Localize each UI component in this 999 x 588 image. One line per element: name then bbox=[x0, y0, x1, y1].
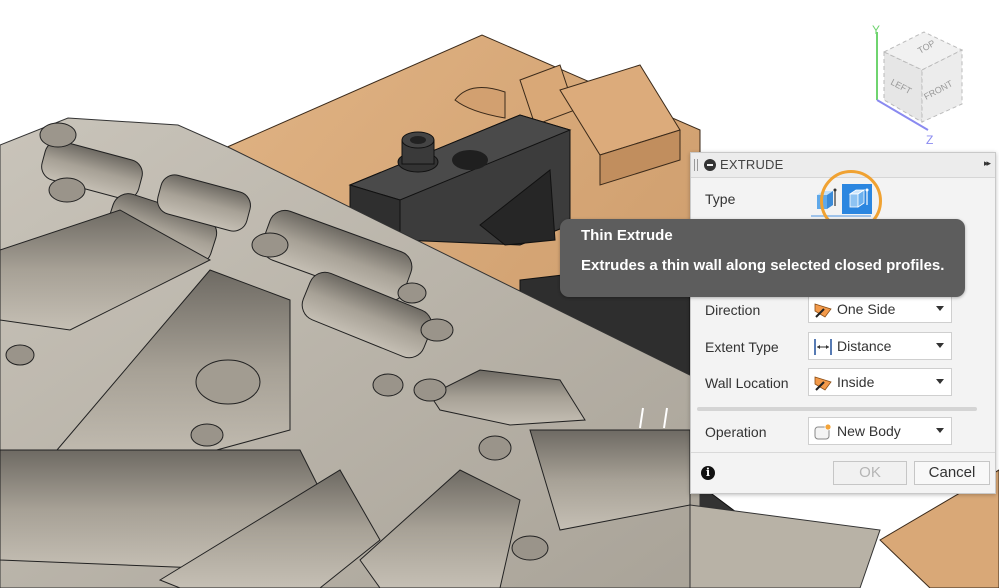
operation-label: Operation bbox=[705, 424, 767, 440]
chevron-down-icon bbox=[936, 306, 944, 311]
dialog-title: EXTRUDE bbox=[720, 157, 784, 172]
tooltip-title: Thin Extrude bbox=[581, 227, 673, 244]
expand-icon[interactable]: ▸▸ bbox=[984, 158, 991, 169]
y-axis-label: Y bbox=[872, 23, 880, 37]
extent-type-value: Distance bbox=[837, 338, 892, 354]
type-option-thin-extrude[interactable] bbox=[842, 184, 872, 214]
z-axis-label: Z bbox=[926, 133, 933, 147]
type-selection-indicator bbox=[811, 215, 871, 217]
chevron-down-icon bbox=[936, 428, 944, 433]
operation-value: New Body bbox=[837, 423, 901, 439]
view-cube[interactable]: TOP LEFT FRONT Y Z bbox=[862, 22, 999, 150]
wall-location-value: Inside bbox=[837, 374, 875, 390]
cancel-button[interactable]: Cancel bbox=[914, 461, 990, 485]
section-divider bbox=[697, 407, 977, 411]
wall-location-icon bbox=[814, 376, 832, 391]
new-body-icon bbox=[814, 423, 832, 440]
footer-divider bbox=[691, 452, 995, 453]
wall-location-label: Wall Location bbox=[705, 375, 789, 391]
direction-icon bbox=[814, 303, 832, 318]
extent-type-label: Extent Type bbox=[705, 339, 779, 355]
chevron-down-icon bbox=[936, 379, 944, 384]
tooltip: Thin Extrude Extrudes a thin wall along … bbox=[560, 219, 965, 297]
direction-label: Direction bbox=[705, 302, 761, 318]
type-option-extrude[interactable] bbox=[811, 186, 839, 214]
direction-dropdown[interactable]: One Side bbox=[808, 295, 952, 323]
drag-handle-icon[interactable] bbox=[694, 159, 698, 171]
distance-icon bbox=[814, 339, 832, 355]
wall-location-dropdown[interactable]: Inside bbox=[808, 368, 952, 396]
extent-type-dropdown[interactable]: Distance bbox=[808, 332, 952, 360]
info-icon[interactable]: i bbox=[701, 466, 715, 480]
tooltip-body: Extrudes a thin wall along selected clos… bbox=[581, 257, 945, 274]
direction-value: One Side bbox=[837, 301, 896, 317]
operation-dropdown[interactable]: New Body bbox=[808, 417, 952, 445]
collapse-icon[interactable] bbox=[704, 159, 716, 171]
dialog-header[interactable]: EXTRUDE ▸▸ bbox=[691, 153, 995, 178]
extrude-dialog: EXTRUDE ▸▸ Type Direction One Side Exten… bbox=[690, 152, 996, 494]
solid-extrude-icon bbox=[817, 188, 837, 209]
thin-extrude-icon bbox=[848, 188, 869, 208]
chevron-down-icon bbox=[936, 343, 944, 348]
type-label: Type bbox=[705, 191, 736, 207]
ok-button[interactable]: OK bbox=[833, 461, 907, 485]
